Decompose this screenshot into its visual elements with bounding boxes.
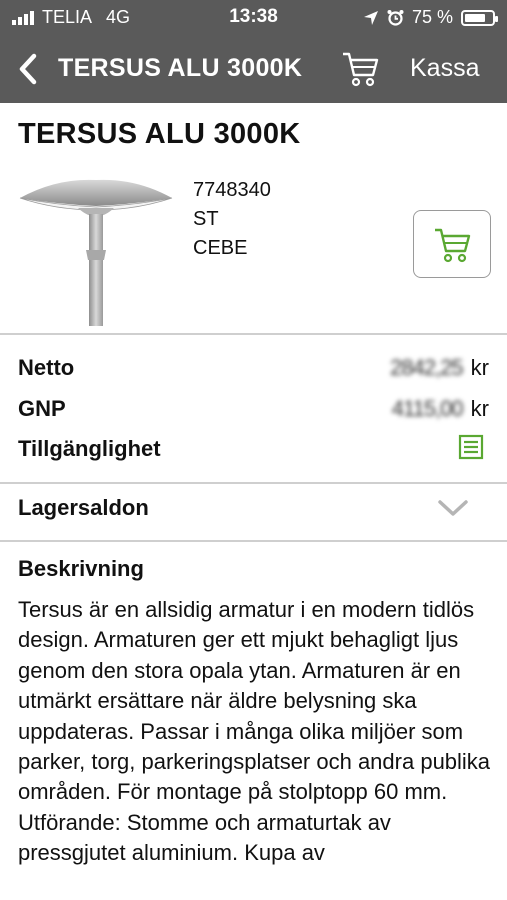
battery-icon (461, 9, 498, 26)
cart-icon[interactable] (340, 48, 380, 88)
alarm-icon (387, 10, 404, 26)
description-heading: Beskrivning (18, 556, 144, 581)
battery-percent: 75 % (411, 7, 453, 27)
checkout-link[interactable]: Kassa (410, 54, 479, 83)
location-icon (363, 10, 378, 25)
navigation-bar: TERSUS ALU 3000K Kassa (0, 34, 507, 103)
availability-label: Tillgänglighet (18, 436, 161, 461)
product-brand: CEBE (193, 237, 248, 259)
back-chevron-icon[interactable] (14, 52, 44, 86)
stock-accordion-label[interactable]: Lagersaldon (18, 495, 149, 521)
product-title: TERSUS ALU 3000K (18, 118, 301, 150)
gnp-value: 4115,00 (391, 396, 464, 421)
currency-label: kr (470, 396, 489, 421)
divider (0, 482, 507, 484)
chevron-down-icon[interactable] (437, 498, 469, 518)
currency-label: kr (470, 355, 489, 380)
status-bar: TELIA 4G 13:38 75 % (0, 0, 507, 34)
description-text: Tersus är en allsidig armatur i en moder… (18, 597, 491, 866)
status-right: 75 % (363, 7, 498, 28)
netto-price: 2842,25 kr (390, 355, 489, 381)
article-number: 7748340 (193, 179, 271, 201)
divider (0, 333, 507, 335)
product-image (19, 179, 173, 326)
availability-list-icon[interactable] (458, 434, 484, 460)
product-info: 7748340 ST CEBE (193, 176, 271, 263)
netto-value: 2842,25 (390, 355, 464, 380)
nav-title: TERSUS ALU 3000K (58, 54, 303, 82)
add-to-cart-button[interactable] (413, 210, 491, 278)
add-cart-icon (435, 228, 471, 263)
netto-label: Netto (18, 355, 75, 380)
gnp-label: GNP (18, 396, 66, 421)
gnp-price: 4115,00 kr (392, 396, 489, 422)
divider (0, 540, 507, 542)
product-unit: ST (193, 208, 219, 230)
